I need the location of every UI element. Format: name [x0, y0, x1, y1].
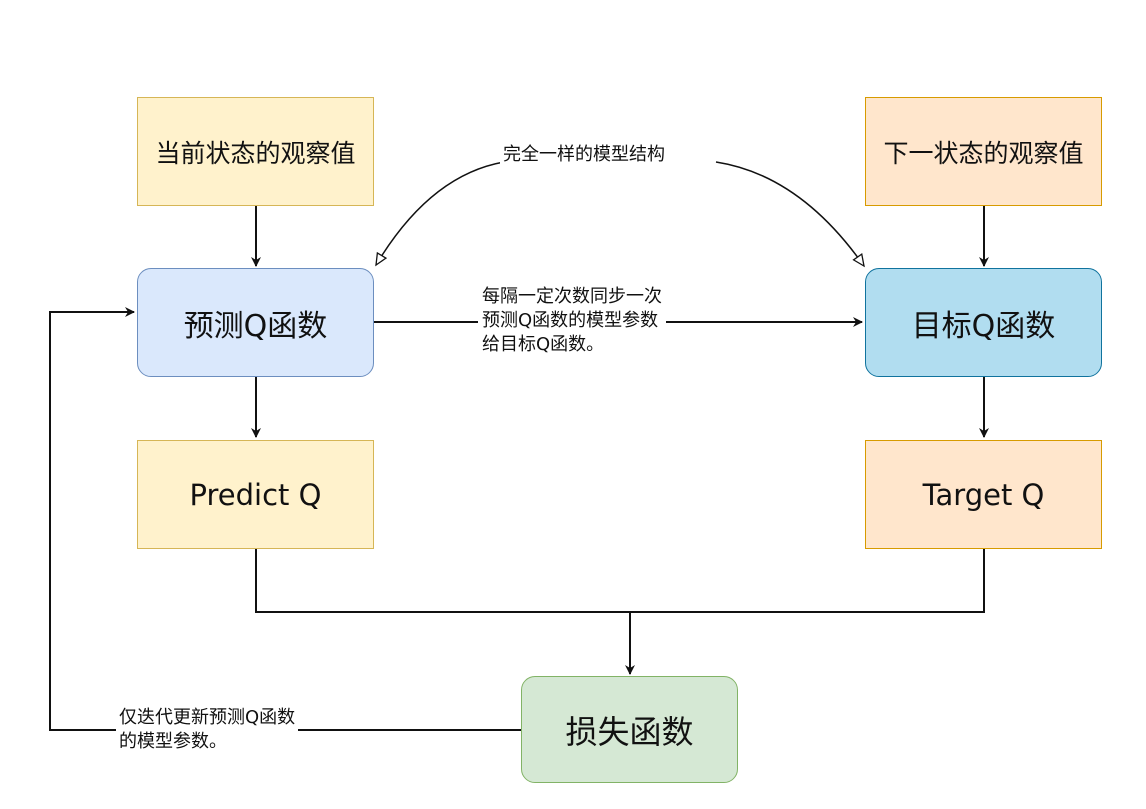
loss-function-label: 损失函数: [565, 712, 694, 751]
sync-label-line-2: 预测Q函数的模型参数: [482, 310, 659, 331]
target-q-node: Target Q: [865, 440, 1102, 549]
same-structure-label: 完全一样的模型结构: [500, 143, 668, 167]
predict-q-label: Predict Q: [189, 477, 322, 512]
edge-same-structure-left: [375, 161, 505, 267]
sync-label-line-3: 给目标Q函数。: [482, 334, 605, 355]
loss-function-node: 损失函数: [521, 676, 738, 783]
edge-same-structure-right: [715, 161, 865, 268]
predict-q-function-label: 预测Q函数: [183, 308, 328, 344]
target-q-function-node: 目标Q函数: [865, 268, 1102, 377]
current-observation-node: 当前状态的观察值: [137, 97, 374, 206]
target-q-label: Target Q: [922, 477, 1045, 512]
current-observation-label: 当前状态的观察值: [155, 138, 356, 168]
target-q-function-label: 目标Q函数: [911, 308, 1056, 344]
sync-label-line-1: 每隔一定次数同步一次: [482, 286, 662, 307]
sync-params-label: 每隔一定次数同步一次 预测Q函数的模型参数 给目标Q函数。: [478, 285, 666, 357]
predict-q-node: Predict Q: [137, 440, 374, 549]
next-observation-label: 下一状态的观察值: [883, 138, 1084, 168]
update-params-label: 仅迭代更新预测Q函数 的模型参数。: [116, 706, 299, 754]
flow-diagram: 当前状态的观察值 下一状态的观察值 预测Q函数 目标Q函数 Predict Q …: [0, 0, 1146, 809]
update-label-line-2: 的模型参数。: [119, 731, 227, 752]
update-label-line-1: 仅迭代更新预测Q函数: [119, 707, 296, 728]
next-observation-node: 下一状态的观察值: [865, 97, 1102, 206]
edge-q-values-merge: [255, 549, 985, 613]
predict-q-function-node: 预测Q函数: [137, 268, 374, 377]
